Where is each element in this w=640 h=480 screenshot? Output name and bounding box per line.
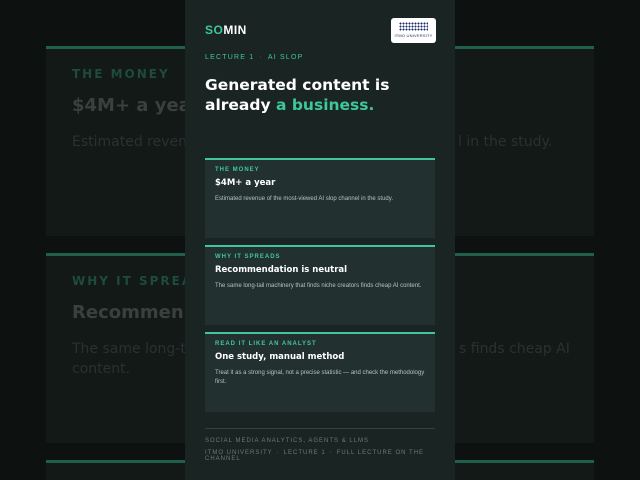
card-title: One study, manual method [215,352,345,362]
headline-prefix: already [205,96,276,114]
background-text-right: l in the study. [458,134,553,150]
footer-lecture: LECTURE 1 [283,450,326,456]
background-title: $4M+ a year [72,95,200,116]
breadcrumb-topic: AI SLOP [267,54,304,61]
card-eyebrow: WHY IT SPREADS [215,254,281,260]
page-title: Generated content is already a business. [205,75,445,115]
breadcrumb-lecture: LECTURE 1 [205,54,255,61]
background-title: Recommen [72,302,184,323]
background-eyebrow: WHY IT SPREA [72,274,194,288]
footer-separator: · [329,450,333,456]
lecture-slide-panel: SOMIN ITMO UNIVERSITY LECTURE 1 · AI SLOP … [185,0,455,480]
background-text-left: content. [72,361,131,377]
card-title: Recommendation is neutral [215,265,348,275]
somin-logo: SOMIN [205,23,247,37]
background-text-left: Estimated reven [72,134,188,150]
background-text-left: The same long-t [72,341,186,357]
info-card-money: THE MONEY $4M+ a year Estimated revenue … [205,158,435,238]
card-eyebrow: THE MONEY [215,167,260,173]
info-card-why-it-spreads: WHY IT SPREADS Recommendation is neutral… [205,245,435,325]
footer-divider [205,428,435,429]
headline-line-2: already a business. [205,95,445,115]
footer-course-title: SOCIAL MEDIA ANALYTICS, AGENTS & LLMS [205,438,370,444]
footer-separator: · [276,450,280,456]
card-eyebrow: READ IT LIKE AN ANALYST [215,341,317,347]
logo-part-so: SO [205,23,224,37]
card-text: Treat it as a strong signal, not a preci… [215,370,425,385]
breadcrumb: LECTURE 1 · AI SLOP [205,54,303,61]
itmo-logo-text: ITMO UNIVERSITY [394,33,433,38]
info-card-analyst: READ IT LIKE AN ANALYST One study, manua… [205,332,435,412]
background-text-right: s finds cheap AI [459,341,570,357]
breadcrumb-separator: · [259,54,263,61]
background-eyebrow: THE MONEY [72,67,170,81]
card-title: $4M+ a year [215,178,276,188]
card-text: The same long-tail machinery that finds … [215,283,422,289]
headline-accent: a business. [275,96,375,114]
logo-part-min: MIN [223,23,247,37]
card-text: Estimated revenue of the most-viewed AI … [215,196,393,202]
itmo-university-logo: ITMO UNIVERSITY [391,18,436,43]
footer-meta: ITMO UNIVERSITY · LECTURE 1 · FULL LECTURE O… [205,450,455,462]
headline-line-1: Generated content is [205,76,390,94]
itmo-dot-pattern-icon [399,22,428,31]
